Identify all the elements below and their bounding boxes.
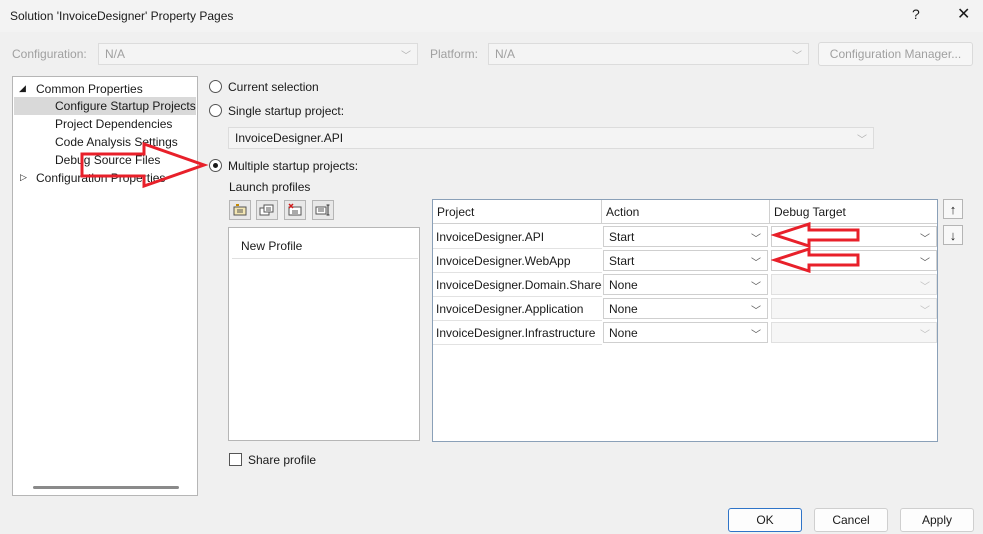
new-profile-icon[interactable] xyxy=(229,200,251,220)
chevron-down-icon: ﹀ xyxy=(920,258,930,269)
tree-item-project-dependencies[interactable]: Project Dependencies xyxy=(55,117,172,131)
arrow-down-icon: ↓ xyxy=(949,227,957,243)
chevron-down-icon: ﹀ xyxy=(857,135,867,146)
configuration-value: N/A xyxy=(105,47,126,61)
action-value: None xyxy=(609,326,638,340)
column-header-action: Action xyxy=(602,200,770,224)
annotation-arrow-icon xyxy=(771,222,860,248)
launch-profiles-list: New Profile xyxy=(228,227,420,441)
move-down-button[interactable]: ↓ xyxy=(943,225,963,245)
window-title: Solution 'InvoiceDesigner' Property Page… xyxy=(10,9,234,23)
action-value: None xyxy=(609,302,638,316)
annotation-arrow-icon xyxy=(771,247,860,273)
action-combo[interactable]: Start ﹀ xyxy=(603,226,768,247)
table-row-project[interactable]: InvoiceDesigner.Infrastructure xyxy=(433,321,602,345)
single-startup-combo[interactable]: InvoiceDesigner.API ﹀ xyxy=(228,127,874,149)
platform-value: N/A xyxy=(495,47,516,61)
action-combo[interactable]: None ﹀ xyxy=(603,274,768,295)
chevron-down-icon: ﹀ xyxy=(920,234,930,245)
property-tree: ◢ Common Properties Configure Startup Pr… xyxy=(12,76,198,496)
chevron-down-icon: ﹀ xyxy=(751,234,761,245)
action-value: Start xyxy=(609,230,635,244)
cancel-button[interactable]: Cancel xyxy=(814,508,888,532)
column-header-debug-target: Debug Target xyxy=(770,200,937,224)
arrow-up-icon: ↑ xyxy=(949,201,957,217)
configuration-manager-button[interactable]: Configuration Manager... xyxy=(818,42,973,66)
launch-profiles-label: Launch profiles xyxy=(229,180,311,194)
platform-label: Platform: xyxy=(430,47,479,61)
chevron-down-icon: ﹀ xyxy=(792,51,802,62)
table-row-project[interactable]: InvoiceDesigner.API xyxy=(433,225,602,249)
tree-item-common-properties[interactable]: Common Properties xyxy=(36,82,143,96)
title-bar: Solution 'InvoiceDesigner' Property Page… xyxy=(0,0,983,32)
rename-profile-icon[interactable] xyxy=(312,200,334,220)
action-combo[interactable]: None ﹀ xyxy=(603,298,768,319)
move-up-button[interactable]: ↑ xyxy=(943,199,963,219)
annotation-arrow-icon xyxy=(80,141,209,189)
chevron-down-icon: ﹀ xyxy=(920,330,930,341)
list-item[interactable]: New Profile xyxy=(232,231,418,259)
action-value: Start xyxy=(609,254,635,268)
apply-button[interactable]: Apply xyxy=(900,508,974,532)
action-combo[interactable]: None ﹀ xyxy=(603,322,768,343)
collapsed-icon[interactable]: ▷ xyxy=(20,172,27,183)
debug-target-combo: ﹀ xyxy=(771,274,937,295)
single-startup-label: Single startup project: xyxy=(228,104,345,118)
share-profile-checkbox[interactable] xyxy=(229,453,242,466)
debug-target-combo: ﹀ xyxy=(771,322,937,343)
profile-name: New Profile xyxy=(241,239,303,253)
horizontal-scrollbar[interactable] xyxy=(33,486,179,489)
ok-button[interactable]: OK xyxy=(728,508,802,532)
tree-item-configure-startup-projects[interactable]: Configure Startup Projects xyxy=(55,99,196,113)
chevron-down-icon: ﹀ xyxy=(751,330,761,341)
chevron-down-icon: ﹀ xyxy=(920,306,930,317)
current-selection-radio[interactable] xyxy=(209,80,222,93)
configuration-label: Configuration: xyxy=(12,47,87,61)
table-row-project[interactable]: InvoiceDesigner.WebApp xyxy=(433,249,602,273)
action-value: None xyxy=(609,278,638,292)
chevron-down-icon: ﹀ xyxy=(751,258,761,269)
help-button[interactable]: ? xyxy=(912,6,920,22)
table-row-project[interactable]: InvoiceDesigner.Domain.Shared xyxy=(433,273,602,297)
debug-target-combo: ﹀ xyxy=(771,298,937,319)
configuration-combo[interactable]: N/A ﹀ xyxy=(98,43,418,65)
single-startup-value: InvoiceDesigner.API xyxy=(235,131,344,145)
column-header-project: Project xyxy=(433,200,602,224)
current-selection-label: Current selection xyxy=(228,80,319,94)
chevron-down-icon: ﹀ xyxy=(401,51,411,62)
table-row-project[interactable]: InvoiceDesigner.Application xyxy=(433,297,602,321)
share-profile-label: Share profile xyxy=(248,453,317,467)
chevron-down-icon: ﹀ xyxy=(751,282,761,293)
platform-combo[interactable]: N/A ﹀ xyxy=(488,43,809,65)
close-button[interactable]: ✕ xyxy=(957,4,970,24)
single-startup-radio[interactable] xyxy=(209,104,222,117)
chevron-down-icon: ﹀ xyxy=(751,306,761,317)
action-combo[interactable]: Start ﹀ xyxy=(603,250,768,271)
expanded-icon[interactable]: ◢ xyxy=(19,83,26,94)
multiple-startup-label: Multiple startup projects: xyxy=(228,159,359,173)
copy-profile-icon[interactable] xyxy=(256,200,278,220)
chevron-down-icon: ﹀ xyxy=(920,282,930,293)
delete-profile-icon[interactable] xyxy=(284,200,306,220)
